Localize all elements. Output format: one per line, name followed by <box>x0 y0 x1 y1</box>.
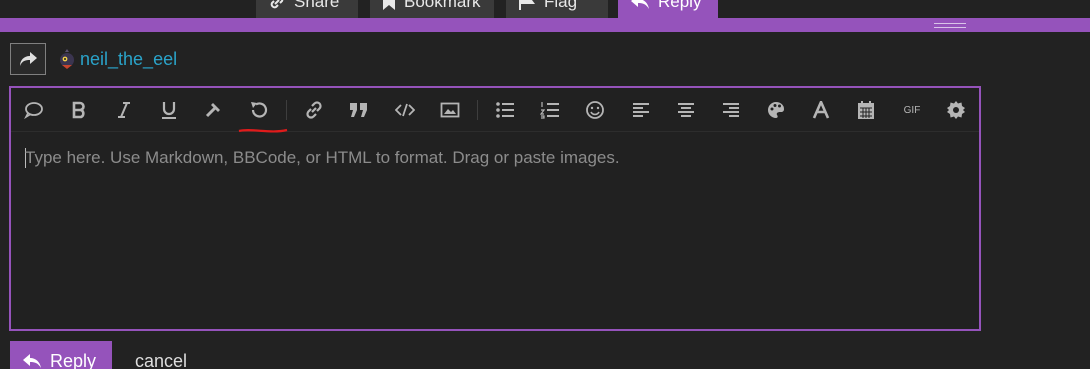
user-avatar <box>56 48 78 70</box>
reply-type-button[interactable] <box>10 43 46 75</box>
gear-icon[interactable] <box>944 98 968 122</box>
quote-icon[interactable] <box>22 98 46 122</box>
share-button[interactable]: Share <box>256 0 358 18</box>
bookmark-icon <box>383 0 395 10</box>
underline-icon[interactable] <box>157 98 181 122</box>
gif-label: GIF <box>903 104 921 116</box>
link-icon[interactable] <box>302 98 326 122</box>
editor-textarea[interactable]: Type here. Use Markdown, BBCode, or HTML… <box>11 132 979 329</box>
blockquote-icon[interactable] <box>347 98 371 122</box>
reply-to-row: neil_the_eel <box>10 43 177 75</box>
composer-header-bar[interactable] <box>0 18 1090 32</box>
submit-reply-label: Reply <box>50 350 97 369</box>
flag-label: Flag <box>544 0 578 11</box>
align-center-icon[interactable] <box>674 98 698 122</box>
emoji-icon[interactable] <box>583 98 607 122</box>
hammer-icon[interactable] <box>202 98 226 122</box>
flag-button[interactable]: Flag <box>506 0 608 18</box>
calendar-icon[interactable] <box>854 98 878 122</box>
image-icon[interactable] <box>438 98 462 122</box>
bold-icon[interactable] <box>67 98 91 122</box>
cancel-link[interactable]: cancel <box>135 351 187 369</box>
link-icon <box>270 0 284 9</box>
editor-placeholder: Type here. Use Markdown, BBCode, or HTML… <box>25 148 620 167</box>
bullet-list-icon[interactable] <box>493 98 517 122</box>
italic-icon[interactable] <box>112 98 136 122</box>
toolbar-separator <box>286 100 287 120</box>
reply-icon <box>23 354 41 368</box>
share-arrow-icon <box>20 52 37 66</box>
code-icon[interactable] <box>393 98 417 122</box>
numbered-list-icon[interactable] <box>538 98 562 122</box>
undo-icon[interactable] <box>247 98 271 122</box>
reply-post-label: Reply <box>658 0 702 11</box>
avatar-image <box>60 49 74 69</box>
align-right-icon[interactable] <box>719 98 743 122</box>
toolbar-separator <box>477 100 478 120</box>
bookmark-button[interactable]: Bookmark <box>370 0 494 18</box>
gif-icon[interactable]: GIF <box>899 98 925 122</box>
reply-post-button[interactable]: Reply <box>618 0 718 18</box>
share-label: Share <box>294 0 340 11</box>
submit-reply-button[interactable]: Reply <box>10 341 112 369</box>
palette-icon[interactable] <box>764 98 788 122</box>
resize-grip[interactable] <box>934 23 966 28</box>
flag-icon <box>519 0 535 10</box>
font-icon[interactable] <box>809 98 833 122</box>
reply-username[interactable]: neil_the_eel <box>80 49 177 70</box>
reply-icon <box>631 0 649 9</box>
editor: GIF Type here. Use Markdown, BBCode, or … <box>9 86 981 331</box>
composer-screen: Share Bookmark Flag Reply neil_the_eel G… <box>0 0 1090 369</box>
editor-toolbar: GIF <box>11 88 979 132</box>
align-left-icon[interactable] <box>629 98 653 122</box>
bookmark-label: Bookmark <box>404 0 481 11</box>
